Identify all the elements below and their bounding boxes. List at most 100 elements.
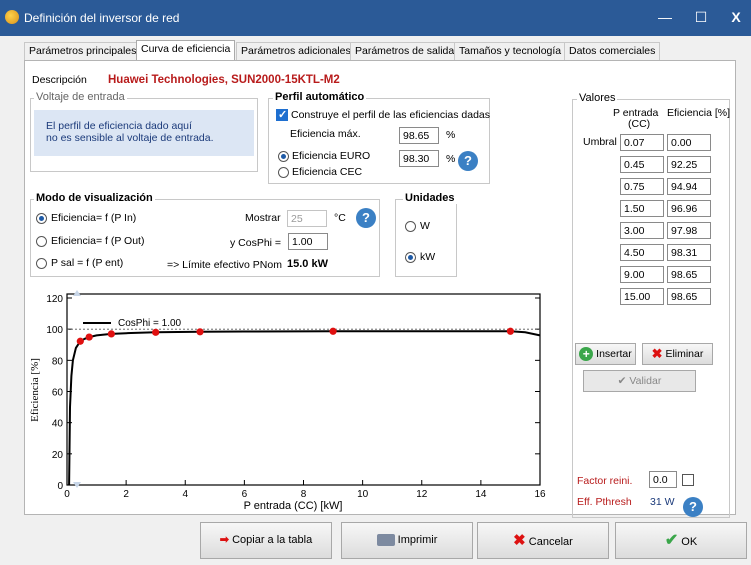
x-tick-label: 2 [123, 489, 129, 500]
app-sun-icon [5, 10, 19, 24]
copy-arrow-icon: ➡ [219, 534, 230, 546]
data-point-marker [107, 330, 115, 338]
p-input-cell[interactable]: 0.07 [620, 134, 664, 151]
print-button[interactable]: Imprimir [341, 522, 473, 559]
legend-label: CosPhi = 1.00 [118, 318, 182, 329]
y-tick-label: 100 [46, 325, 63, 336]
help-icon[interactable]: ? [356, 208, 376, 228]
unit-kw-radio[interactable] [405, 252, 416, 263]
reset-factor-checkbox[interactable] [682, 474, 694, 486]
unit-w-radio[interactable] [405, 221, 416, 232]
printer-icon [376, 534, 395, 547]
reset-factor-label: Factor reini. [577, 475, 633, 487]
mode-efficiency-pin-label: Eficiencia= f (P In) [51, 212, 137, 224]
efficiency-cell[interactable]: 0.00 [667, 134, 711, 151]
validate-button[interactable]: ✔ Validar [583, 370, 696, 392]
copy-to-table-button[interactable]: ➡ Copiar a la tabla [200, 522, 332, 559]
x-tick-label: 16 [534, 489, 546, 500]
tab-main-parameters[interactable]: Parámetros principales [24, 42, 142, 60]
mode-efficiency-pin-radio[interactable] [36, 213, 47, 224]
data-point-marker [152, 328, 160, 336]
x-tick-label: 12 [416, 489, 428, 500]
p-input-cell[interactable]: 0.75 [620, 178, 664, 195]
voltage-note-line1: El perfil de eficiencia dado aquí [46, 120, 192, 132]
units-group [395, 199, 457, 277]
x-tick-label: 4 [182, 489, 188, 500]
delete-button[interactable]: ✖ Eliminar [642, 343, 713, 365]
efficiency-cell[interactable]: 92.25 [667, 156, 711, 173]
data-point-marker [196, 328, 204, 336]
close-button[interactable]: X [724, 6, 748, 28]
p-input-cell[interactable]: 4.50 [620, 244, 664, 261]
build-profile-checkbox[interactable] [276, 108, 288, 121]
tab-efficiency-curve[interactable]: Curva de eficiencia [136, 40, 236, 61]
cancel-label: Cancelar [528, 536, 573, 548]
unit-w-label: W [420, 220, 430, 232]
data-point-marker [85, 333, 93, 341]
tab-commercial-data[interactable]: Datos comerciales [564, 42, 661, 60]
mode-pout-pin-label: P sal = f (P ent) [51, 257, 124, 269]
help-icon[interactable]: ? [458, 151, 478, 171]
cancel-button[interactable]: ✖ Cancelar [477, 522, 609, 559]
reset-factor-field[interactable]: 0.0 [649, 471, 677, 488]
maximize-button[interactable]: ☐ [689, 6, 713, 28]
euro-efficiency-radio[interactable] [278, 151, 289, 162]
p-input-cell[interactable]: 9.00 [620, 266, 664, 283]
x-tick-label: 0 [64, 489, 70, 500]
description-label: Descripción [32, 74, 87, 86]
p-input-cell[interactable]: 3.00 [620, 222, 664, 239]
max-efficiency-field[interactable]: 98.65 [399, 127, 439, 144]
y-axis-label: Eficiencia [%] [29, 358, 41, 422]
cec-efficiency-radio[interactable] [278, 167, 289, 178]
efficiency-cell[interactable]: 98.65 [667, 288, 711, 305]
p-input-cell[interactable]: 1.50 [620, 200, 664, 217]
tab-additional-parameters[interactable]: Parámetros adicionales [236, 42, 356, 60]
insert-label: Insertar [596, 348, 632, 360]
x-axis-label: P entrada (CC) [kW] [244, 500, 343, 512]
help-icon[interactable]: ? [683, 497, 703, 517]
y-tick-label: 60 [52, 388, 64, 399]
max-efficiency-label: Eficiencia máx. [290, 128, 361, 140]
tab-sizes-technology[interactable]: Tamaños y tecnología [454, 42, 567, 60]
show-temperature-field[interactable]: 25 [287, 210, 327, 227]
efficiency-cell[interactable]: 97.98 [667, 222, 711, 239]
units-title: Unidades [403, 192, 457, 204]
print-label: Imprimir [397, 534, 438, 546]
threshold-label: Umbral [583, 136, 617, 148]
effective-limit-label: => Límite efectivo PNom [167, 259, 282, 271]
temperature-unit: °C [334, 212, 346, 224]
validate-label: Validar [629, 375, 662, 387]
p-input-cell[interactable]: 0.45 [620, 156, 664, 173]
display-mode-title: Modo de visualización [34, 192, 155, 204]
mode-efficiency-pout-radio[interactable] [36, 236, 47, 247]
unit-kw-label: kW [420, 251, 436, 263]
cosphi-field[interactable]: 1.00 [288, 233, 328, 250]
ok-check-icon: ✔ [664, 532, 679, 549]
euro-efficiency-label: Eficiencia EURO [292, 150, 371, 162]
mode-pout-pin-radio[interactable] [36, 258, 47, 269]
col-p-input-unit: (CC) [628, 118, 651, 130]
cec-efficiency-label: Eficiencia CEC [292, 166, 363, 178]
minimize-button[interactable]: — [653, 6, 677, 28]
efficiency-cell[interactable]: 94.94 [667, 178, 711, 195]
efficiency-cell[interactable]: 98.65 [667, 266, 711, 283]
build-profile-label: Construye el perfil de las eficiencias d… [291, 109, 491, 121]
delete-label: Eliminar [665, 348, 704, 360]
data-point-marker [329, 327, 337, 335]
eff-pthresh-value: 31 W [650, 496, 675, 508]
efficiency-cell[interactable]: 98.31 [667, 244, 711, 261]
insert-button[interactable]: + Insertar [575, 343, 636, 365]
efficiency-cell[interactable]: 96.96 [667, 200, 711, 217]
ok-button[interactable]: ✔ OK [615, 522, 747, 559]
voltage-note-box: El perfil de eficiencia dado aquí no es … [34, 110, 254, 156]
tab-output-parameters[interactable]: Parámetros de salida [350, 42, 460, 60]
p-input-cell[interactable]: 15.00 [620, 288, 664, 305]
x-tick-label: 8 [301, 489, 307, 500]
y-scroll-arrow-icon[interactable] [73, 290, 81, 296]
col-efficiency-header: Eficiencia [%] [667, 107, 731, 119]
euro-efficiency-field[interactable]: 98.30 [399, 150, 439, 167]
description-value: Huawei Technologies, SUN2000-15KTL-M2 [108, 74, 340, 86]
check-icon: ✔ [617, 375, 627, 387]
copy-label: Copiar a la tabla [232, 534, 313, 546]
ok-label: OK [681, 536, 698, 548]
